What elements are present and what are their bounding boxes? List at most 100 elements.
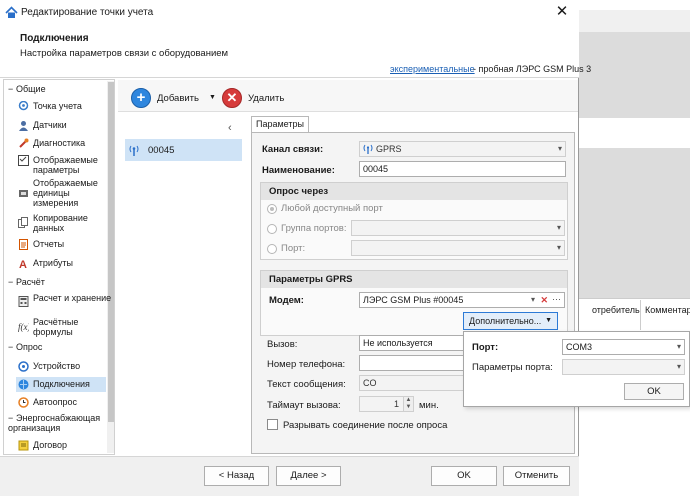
device-icon bbox=[18, 361, 29, 372]
delete-button[interactable]: ✕ Удалить bbox=[222, 88, 302, 110]
home-icon bbox=[5, 6, 18, 18]
calc-icon bbox=[18, 296, 29, 307]
formula-icon: f(x) bbox=[18, 321, 31, 332]
background-column-divider bbox=[640, 300, 641, 330]
call-label: Вызов: bbox=[267, 339, 298, 350]
disconnect-label: Разрывать соединение после опроса bbox=[283, 420, 448, 431]
back-button[interactable]: < Назад bbox=[204, 466, 269, 486]
nav-group-calculation[interactable]: − Расчёт bbox=[8, 277, 45, 287]
tab-parameters[interactable]: Параметры bbox=[251, 116, 309, 133]
chevron-down-icon: ▼ bbox=[545, 317, 552, 324]
title-bar: Редактирование точки учета ✕ bbox=[0, 0, 579, 26]
checklist-icon bbox=[18, 155, 29, 166]
next-button[interactable]: Далее > bbox=[276, 466, 341, 486]
connection-list-item[interactable]: 00045 bbox=[125, 139, 242, 161]
name-input[interactable]: 00045 bbox=[359, 161, 566, 177]
modem-select[interactable]: ЛЭРС GSM Plus #00045 ▾ ✕ ⋯ bbox=[359, 292, 565, 308]
nav-group-polling[interactable]: − Опрос bbox=[8, 342, 42, 352]
collapse-list-icon[interactable]: ‹ bbox=[228, 122, 232, 134]
connection-list bbox=[124, 115, 244, 455]
ok-button[interactable]: OK bbox=[431, 466, 497, 486]
channel-select[interactable]: GPRS ▾ bbox=[359, 141, 566, 157]
edit-metering-point-dialog: Редактирование точки учета ✕ Подключения… bbox=[0, 0, 591, 496]
page-subtitle: Настройка параметров связи с оборудовани… bbox=[20, 48, 229, 59]
antenna-icon bbox=[128, 144, 140, 156]
poll-via-section: Опрос через Любой доступный порт Группа … bbox=[260, 182, 568, 260]
page-title: Подключения bbox=[20, 33, 89, 44]
background-column-comment: Комментар bbox=[645, 305, 690, 315]
any-port-label: Любой доступный порт bbox=[281, 203, 383, 214]
sensor-icon bbox=[18, 120, 29, 131]
chevron-down-icon: ▾ bbox=[676, 362, 681, 371]
connection-icon bbox=[18, 379, 29, 390]
popup-ok-button[interactable]: OK bbox=[624, 383, 684, 400]
phone-label: Номер телефона: bbox=[267, 359, 346, 370]
port-group-label: Группа портов: bbox=[281, 223, 347, 234]
chevron-down-icon: ▾ bbox=[676, 342, 681, 351]
cancel-button[interactable]: Отменить bbox=[503, 466, 570, 486]
call-select[interactable]: Не используется bbox=[359, 335, 464, 351]
message-label: Текст сообщения: bbox=[267, 379, 346, 390]
map-pin-icon bbox=[18, 100, 29, 112]
delete-icon: ✕ bbox=[222, 88, 242, 108]
clock-icon bbox=[18, 397, 29, 408]
background-column-consumer: отребитель bbox=[592, 305, 640, 315]
settings-navigation: − Общие Точка учета Датчики Диагностика О… bbox=[3, 79, 115, 455]
background-band-top bbox=[579, 32, 690, 118]
svg-text:f(x): f(x) bbox=[18, 322, 29, 332]
poll-via-title: Опрос через bbox=[261, 183, 567, 200]
message-input[interactable]: CO bbox=[359, 375, 464, 391]
connections-toolbar: + Добавить ▼ ✕ Удалить bbox=[118, 80, 578, 112]
nav-item-connections[interactable]: Подключения bbox=[16, 377, 106, 392]
channel-label: Канал связи: bbox=[262, 144, 324, 155]
chevron-down-icon: ▾ bbox=[557, 144, 562, 153]
timeout-unit: мин. bbox=[419, 400, 439, 411]
ellipsis-icon[interactable]: ⋯ bbox=[552, 293, 561, 306]
diagnostics-icon bbox=[18, 138, 29, 149]
timeout-input[interactable]: 1 ▲ ▼ bbox=[359, 396, 414, 412]
background-white-1 bbox=[579, 118, 690, 148]
background-strip bbox=[579, 0, 690, 10]
chevron-down-icon[interactable]: ▼ bbox=[209, 94, 216, 101]
disconnect-checkbox[interactable] bbox=[267, 419, 278, 430]
port-radio[interactable] bbox=[267, 244, 277, 254]
modem-label: Модем: bbox=[269, 295, 304, 306]
dialog-footer: < Назад Далее > OK Отменить bbox=[0, 456, 579, 496]
port-group-select[interactable]: ▾ bbox=[351, 220, 565, 236]
page-header: Подключения Настройка параметров связи с… bbox=[0, 26, 591, 78]
popup-port-params-select[interactable]: ▾ bbox=[562, 359, 685, 375]
chevron-down-icon: ▾ bbox=[556, 223, 561, 232]
port-select[interactable]: ▾ bbox=[351, 240, 565, 256]
timeout-label: Таймаут вызова: bbox=[267, 400, 341, 411]
chevron-down-icon: ▾ bbox=[556, 243, 561, 252]
nav-scrollbar-thumb[interactable] bbox=[108, 82, 114, 422]
port-group-radio[interactable] bbox=[267, 224, 277, 234]
any-port-radio[interactable] bbox=[267, 204, 277, 214]
more-options-popup: Порт: COM3 ▾ Параметры порта: ▾ OK bbox=[463, 331, 690, 407]
svg-text:A: A bbox=[19, 259, 27, 269]
attribute-icon: A bbox=[18, 258, 29, 271]
copy-icon bbox=[18, 217, 29, 228]
popup-port-params-label: Параметры порта: bbox=[472, 362, 553, 373]
report-icon bbox=[18, 239, 29, 250]
add-button[interactable]: + Добавить ▼ bbox=[131, 88, 223, 110]
units-icon bbox=[18, 188, 29, 199]
chevron-down-icon[interactable]: ▾ bbox=[531, 293, 535, 307]
background-band-mid bbox=[579, 148, 690, 298]
nav-group-supplier[interactable]: − Энергоснабжающая организация bbox=[8, 413, 104, 433]
gprs-section-title: Параметры GPRS bbox=[261, 271, 567, 288]
trial-text: - пробная ЛЭРС GSM Plus 3 bbox=[473, 64, 592, 74]
close-button[interactable]: ✕ bbox=[552, 3, 572, 21]
nav-group-general[interactable]: − Общие bbox=[8, 84, 46, 94]
window-title: Редактирование точки учета bbox=[21, 7, 154, 18]
port-label: Порт: bbox=[281, 243, 306, 254]
phone-input[interactable] bbox=[359, 355, 464, 371]
clear-icon[interactable]: ✕ bbox=[540, 293, 548, 307]
antenna-icon bbox=[363, 144, 373, 154]
more-options-button[interactable]: Дополнительно... ▼ bbox=[463, 312, 558, 330]
popup-port-select[interactable]: COM3 ▾ bbox=[562, 339, 685, 355]
popup-port-label: Порт: bbox=[472, 342, 499, 353]
timeout-spinner[interactable]: ▲ ▼ bbox=[403, 397, 413, 411]
experimental-link[interactable]: экспериментальные bbox=[390, 64, 475, 74]
plus-icon: + bbox=[131, 88, 151, 108]
